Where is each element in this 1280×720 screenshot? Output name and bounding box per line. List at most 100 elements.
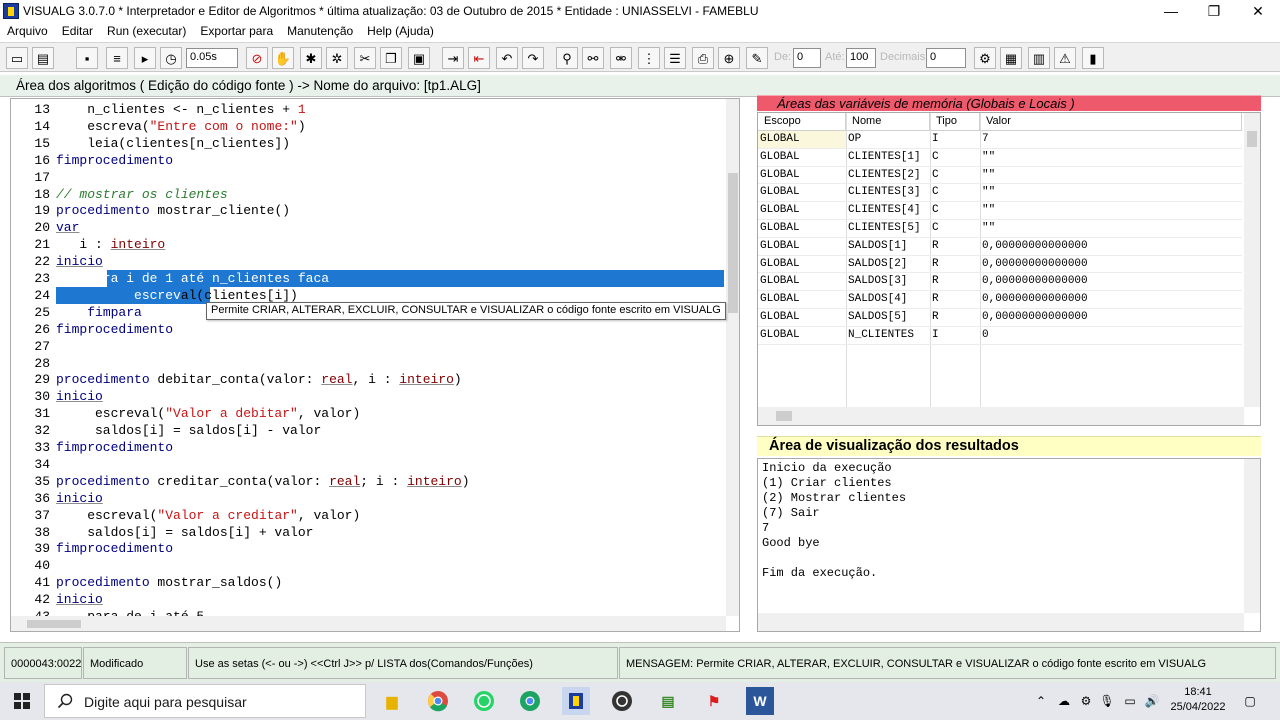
whatsapp-icon[interactable] (470, 687, 498, 715)
stop-icon[interactable]: ⊘ (246, 47, 268, 69)
wand-icon[interactable]: ✎ (746, 47, 768, 69)
chrome-icon[interactable] (424, 687, 452, 715)
code-line[interactable]: 31 escreval("Valor a debitar", valor) (11, 405, 724, 422)
output-area[interactable]: Inicio da execução (1) Criar clientes (2) … (757, 458, 1261, 632)
usb-icon[interactable]: ⚙ (1076, 682, 1096, 720)
chrome-profile-icon[interactable] (516, 687, 544, 715)
new-file-icon[interactable]: ▭ (6, 47, 28, 69)
network-icon[interactable]: ▭ (1120, 682, 1140, 720)
run-document-icon[interactable]: ▸ (134, 47, 156, 69)
code-line[interactable]: 36 inicio (11, 490, 724, 507)
menu-exportar[interactable]: Exportar para (193, 24, 280, 38)
code-line[interactable]: 38 saldos[i] = saldos[i] + valor (11, 524, 724, 541)
menu-editar[interactable]: Editar (55, 24, 100, 38)
variable-row[interactable]: GLOBAL CLIENTES[3] C "" (758, 184, 1242, 203)
variable-row[interactable]: GLOBAL CLIENTES[4] C "" (758, 202, 1242, 220)
variable-row[interactable]: GLOBAL N_CLIENTES I 0 (758, 327, 1242, 345)
code-line[interactable]: 34 (11, 456, 724, 473)
code-line[interactable]: 37 escreval("Valor a creditar", valor) (11, 507, 724, 524)
ate-input[interactable]: 100 (846, 48, 876, 68)
code-line[interactable]: 14 escreva("Entre com o nome:") (11, 118, 724, 135)
windows-start-button[interactable] (0, 682, 44, 720)
variable-row[interactable]: GLOBAL SALDOS[2] R 0,00000000000000 (758, 256, 1242, 274)
variables-vscroll-thumb[interactable] (1247, 131, 1257, 147)
code-line[interactable]: 23 para i de 1 até n_clientes faca (11, 270, 724, 287)
taskbar-search-box[interactable]: Digite aqui para pesquisar (44, 684, 366, 718)
hand-icon[interactable]: ✋ (272, 47, 294, 69)
table-icon[interactable]: ▥ (1028, 47, 1050, 69)
code-line[interactable]: 32 saldos[i] = saldos[i] - valor (11, 422, 724, 439)
find-replace-icon[interactable]: ⚯ (582, 47, 604, 69)
column-tipo[interactable]: Tipo (930, 113, 980, 131)
clear-breakpoint-icon[interactable]: ✲ (326, 47, 348, 69)
code-line[interactable]: 27 (11, 338, 724, 355)
print-icon[interactable]: ⎙ (692, 47, 714, 69)
open-folder-icon[interactable]: ▤ (32, 47, 54, 69)
copy-icon[interactable]: ❐ (380, 47, 402, 69)
word-icon[interactable]: W (746, 687, 774, 715)
variables-hscroll-thumb[interactable] (776, 411, 792, 421)
variable-row[interactable]: GLOBAL SALDOS[5] R 0,00000000000000 (758, 309, 1242, 327)
code-line[interactable]: 35 procedimento creditar_conta(valor: rea… (11, 473, 724, 490)
calculator-icon[interactable]: ▦ (1000, 47, 1022, 69)
code-line[interactable]: 13 n_clientes <- n_clientes + 1 (11, 101, 724, 118)
config-icon[interactable]: ⚙ (974, 47, 996, 69)
notepad-plus-icon[interactable]: ▤ (654, 687, 682, 715)
cloud-icon[interactable]: ☁ (1054, 682, 1074, 720)
menu-manutencao[interactable]: Manutenção (280, 24, 360, 38)
code-line[interactable]: 19 procedimento mostrar_cliente() (11, 202, 724, 219)
code-line[interactable]: 26 fimprocedimento (11, 321, 724, 338)
visualg-taskbar-icon[interactable] (562, 687, 590, 715)
code-line[interactable]: 21 i : inteiro (11, 236, 724, 253)
code-line[interactable]: 41 procedimento mostrar_saldos() (11, 574, 724, 591)
breakpoint-icon[interactable]: ✱ (300, 47, 322, 69)
find-next-icon[interactable]: ⚮ (610, 47, 632, 69)
find-icon[interactable]: ⚲ (556, 47, 578, 69)
variable-row[interactable]: GLOBAL OP I 7 (758, 131, 1242, 149)
minimize-button[interactable]: — (1149, 0, 1193, 22)
file-explorer-icon[interactable]: ▆ (378, 687, 406, 715)
variables-vertical-scrollbar[interactable] (1244, 113, 1260, 407)
paste-icon[interactable]: ▣ (408, 47, 430, 69)
code-line[interactable]: 40 (11, 557, 724, 574)
taskbar-clock[interactable]: 18:41 25/04/2022 (1166, 685, 1230, 715)
format-icon[interactable]: ⋮ (638, 47, 660, 69)
column-nome[interactable]: Nome (846, 113, 930, 131)
variables-table[interactable]: Escopo Nome Tipo Valor GLOBAL OP I 7 GLOBAL C… (757, 112, 1261, 426)
variable-row[interactable]: GLOBAL CLIENTES[5] C "" (758, 220, 1242, 238)
code-line[interactable]: 39 fimprocedimento (11, 540, 724, 557)
code-line[interactable]: 20 var (11, 219, 724, 236)
code-line[interactable]: 42 inicio (11, 591, 724, 608)
cut-icon[interactable]: ✂ (354, 47, 376, 69)
output-vertical-scrollbar[interactable] (1244, 459, 1260, 613)
editor-vertical-scrollbar[interactable] (726, 99, 739, 616)
code-line[interactable]: 29 procedimento debitar_conta(valor: real… (11, 371, 724, 388)
editor-hscroll-thumb[interactable] (27, 620, 81, 628)
acrobat-icon[interactable]: ⚑ (700, 687, 728, 715)
code-line[interactable]: 16 fimprocedimento (11, 152, 724, 169)
variable-row[interactable]: GLOBAL SALDOS[1] R 0,00000000000000 (758, 238, 1242, 256)
decimais-select[interactable]: 0 (926, 48, 966, 68)
list-icon[interactable]: ☰ (664, 47, 686, 69)
document-icon[interactable]: ≡ (106, 47, 128, 69)
redo-icon[interactable]: ↷ (522, 47, 544, 69)
unindent-icon[interactable]: ⇤ (468, 47, 490, 69)
code-line[interactable]: 22 inicio (11, 253, 724, 270)
variables-horizontal-scrollbar[interactable] (758, 407, 1244, 425)
menu-run[interactable]: Run (executar) (100, 24, 193, 38)
zoom-icon[interactable]: ⊕ (718, 47, 740, 69)
microphone-icon[interactable]: 🎙 (1098, 682, 1116, 720)
menu-arquivo[interactable]: Arquivo (0, 24, 55, 38)
maximize-button[interactable]: ❐ (1192, 0, 1236, 22)
variable-row[interactable]: GLOBAL SALDOS[4] R 0,00000000000000 (758, 291, 1242, 309)
chevron-up-icon[interactable]: ⌃ (1032, 682, 1050, 720)
variable-row[interactable]: GLOBAL SALDOS[3] R 0,00000000000000 (758, 273, 1242, 292)
clock-icon[interactable]: ◷ (160, 47, 182, 69)
obs-icon[interactable] (608, 687, 636, 715)
column-valor[interactable]: Valor (980, 113, 1242, 131)
column-escopo[interactable]: Escopo (758, 113, 846, 131)
warning-icon[interactable]: ⚠ (1054, 47, 1076, 69)
editor-vscroll-thumb[interactable] (728, 173, 738, 313)
undo-icon[interactable]: ↶ (496, 47, 518, 69)
indent-icon[interactable]: ⇥ (442, 47, 464, 69)
